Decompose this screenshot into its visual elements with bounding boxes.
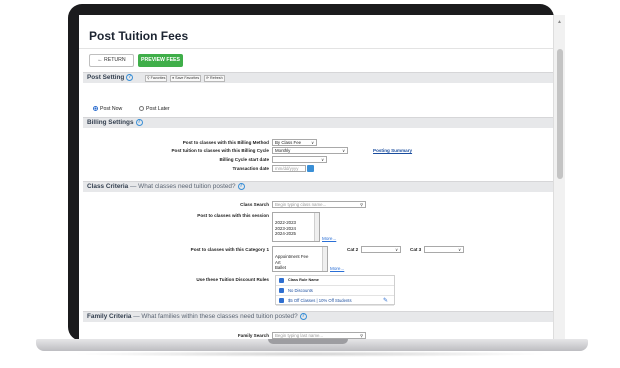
class-search-label: Class Search [240,202,269,207]
chevron-down-icon: ∨ [342,148,345,153]
class-search-input[interactable]: Begin typing class name... ⚲ [272,201,366,208]
page-scrollbar[interactable]: ▲ [553,15,565,341]
listbox-scrollbar[interactable] [314,213,319,241]
category2-label: Cat 2 [347,247,359,252]
category2-select[interactable]: ∨ [361,246,401,253]
help-icon[interactable]: ? [237,183,245,190]
post-later-radio[interactable]: Post Later [139,106,170,112]
favorites-button[interactable]: ⚲ Favorites [145,75,168,82]
family-criteria-title: Family Criteria — What families within t… [87,313,307,321]
chevron-down-icon: ∨ [395,247,398,252]
transaction-date-input[interactable]: mm/dd/yyyy [272,165,306,172]
save-favorites-button[interactable]: ● Save Favorites [170,75,202,82]
help-icon[interactable]: ? [299,313,307,320]
checkbox-checked-icon[interactable] [279,278,284,283]
laptop-notch [268,339,348,344]
transaction-date-label: Transaction date [232,166,269,171]
discount-rules-label: Use these Tuition Discount Rules [196,277,269,282]
posting-summary-link[interactable]: Posting Summary [373,148,412,153]
help-icon[interactable]: ? [135,119,143,126]
title-divider [79,48,553,49]
category-more-link[interactable]: More... [330,266,344,271]
checkbox-checked-icon[interactable] [279,288,284,293]
post-setting-title: Post Setting? [87,74,134,82]
radio-empty-icon [139,106,144,111]
discount-table-header: Class Rule Name [276,276,394,286]
family-criteria-bar: Family Criteria — What families within t… [83,311,553,322]
category1-label: Post to classes with this Category 1 [190,247,269,252]
post-tuition-app: Post Tuition Fees ← RETURN PREVIEW FEES … [79,15,553,341]
billing-settings-bar: Billing Settings? [83,117,553,128]
refresh-button[interactable]: ⟳ Refresh [204,75,225,82]
scrollbar-thumb[interactable] [557,49,563,179]
laptop-shadow [70,351,550,357]
billing-start-select[interactable]: ∨ [272,156,327,163]
category3-label: Cat 3 [410,247,422,252]
laptop-screen: Post Tuition Fees ← RETURN PREVIEW FEES … [79,15,565,341]
chevron-down-icon: ∨ [458,247,461,252]
post-now-radio[interactable]: Post Now [93,106,122,112]
search-icon: ⚲ [360,202,363,207]
billing-settings-title: Billing Settings? [87,119,143,127]
laptop-mockup: Post Tuition Fees ← RETURN PREVIEW FEES … [0,0,620,368]
discount-rule-row[interactable]: $5 Off Classes | 10% Off Students ✎ [276,296,394,306]
calendar-icon[interactable] [307,165,314,172]
chevron-down-icon: ∨ [321,157,324,162]
page-title: Post Tuition Fees [89,29,189,43]
billing-start-label: Billing Cycle start date [219,157,269,162]
checkbox-checked-icon[interactable] [279,298,284,303]
session-option[interactable]: 2024-2025 [275,231,319,237]
discount-rules-table: Class Rule Name No Discounts $5 Off Clas… [275,275,395,306]
billing-method-label: Post to classes with this Billing Method [182,140,269,145]
listbox-scrollbar[interactable] [322,247,327,271]
category-option[interactable]: Ballet [275,265,327,271]
chevron-down-icon: ∨ [311,140,314,145]
session-listbox[interactable]: 2022-2023 2023-2024 2024-2025 [272,212,320,242]
scroll-up-icon[interactable]: ▲ [557,19,562,25]
category3-select[interactable]: ∨ [424,246,464,253]
pencil-icon[interactable]: ✎ [383,297,388,306]
post-setting-bar: Post Setting? ⚲ Favorites ● Save Favorit… [83,72,553,83]
session-label: Post to classes with this session [197,213,269,218]
session-more-link[interactable]: More... [322,236,336,241]
billing-method-select[interactable]: By Class Fee ∨ [272,139,317,146]
help-icon[interactable]: ? [126,74,134,81]
billing-cycle-select[interactable]: Monthly ∨ [272,147,348,154]
family-search-input[interactable]: Begin typing last name... ⚲ [272,332,366,339]
class-criteria-title: Class Criteria — What classes need tuiti… [87,183,245,191]
family-search-label: Family Search [237,333,269,338]
category1-listbox[interactable]: Appointment Fee Art Ballet [272,246,328,272]
billing-cycle-label: Post tuition to classes with this Billin… [171,148,269,153]
class-criteria-bar: Class Criteria — What classes need tuiti… [83,181,553,192]
discount-rule-row[interactable]: No Discounts [276,286,394,296]
return-button[interactable]: ← RETURN [89,54,134,67]
preview-fees-button[interactable]: PREVIEW FEES [138,54,183,67]
search-icon: ⚲ [360,333,363,338]
radio-selected-icon [93,106,98,111]
